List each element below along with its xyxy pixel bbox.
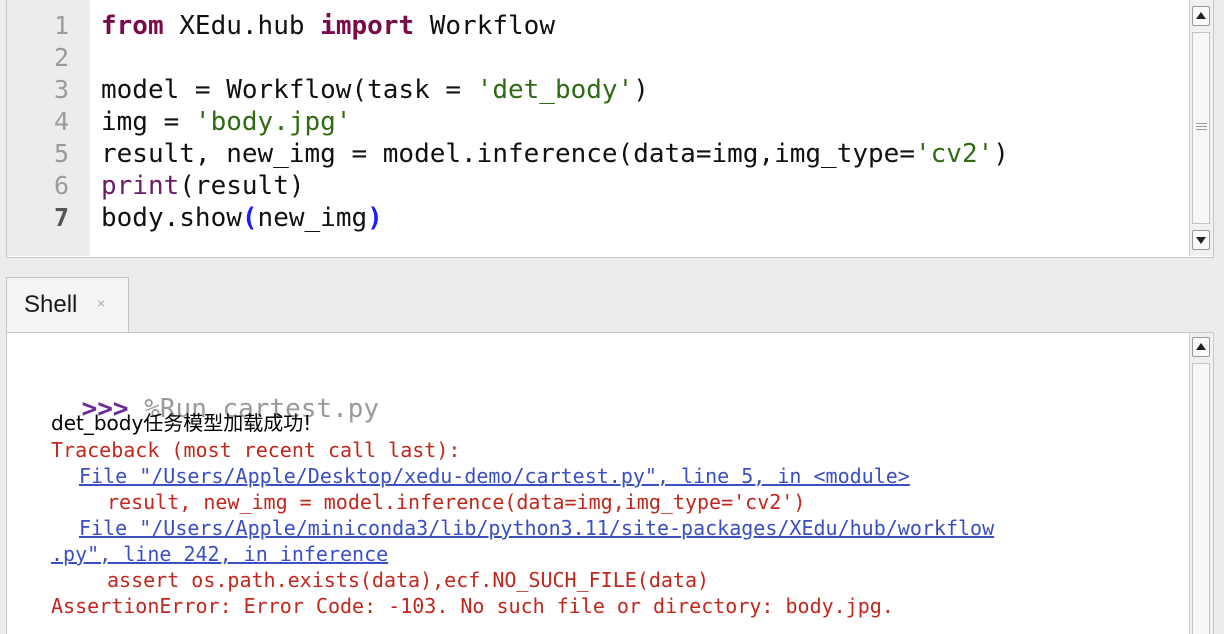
line-number: 3 xyxy=(53,75,69,104)
tab-shell-label: Shell xyxy=(24,291,78,318)
code-line[interactable]: img = 'body.jpg' xyxy=(101,106,351,138)
traceback-header: Traceback (most recent call last): xyxy=(51,438,461,462)
line-number: 2 xyxy=(53,43,69,72)
line-number-current: 7 xyxy=(53,203,69,232)
scrollbar-thumb[interactable] xyxy=(1192,32,1210,224)
line-number: 5 xyxy=(53,139,69,168)
code-line[interactable]: result, new_img = model.inference(data=i… xyxy=(101,138,1009,170)
shell-tab-bar: Shell × xyxy=(0,262,1224,332)
shell-console[interactable]: >>> %Run cartest.py det_body任务模型加载成功! Tr… xyxy=(6,332,1214,634)
scroll-up-arrow-icon[interactable] xyxy=(1192,337,1210,357)
scroll-up-arrow-icon[interactable] xyxy=(1192,6,1210,26)
code-token: XEdu.hub xyxy=(163,11,321,41)
tab-shell[interactable]: Shell × xyxy=(6,277,129,332)
scrollbar-thumb[interactable] xyxy=(1192,363,1210,634)
editor-scrollbar[interactable] xyxy=(1189,0,1213,256)
line-number: 4 xyxy=(53,107,69,136)
code-line[interactable]: from XEdu.hub import Workflow xyxy=(101,10,555,42)
code-token: from xyxy=(101,11,164,41)
code-token: img = xyxy=(101,107,195,137)
code-token: ) xyxy=(993,139,1009,169)
line-number-gutter: 1 2 3 4 5 6 7 xyxy=(7,0,90,256)
code-token: model = Workflow(task = xyxy=(101,75,477,105)
code-line[interactable]: body.show(new_img) xyxy=(101,202,383,234)
code-token: new_img xyxy=(257,203,368,233)
assertion-error-message: AssertionError: Error Code: -103. No suc… xyxy=(51,594,894,618)
code-token: Workflow xyxy=(414,11,555,41)
line-number: 1 xyxy=(53,11,69,40)
code-token: 'body.jpg' xyxy=(194,107,352,137)
code-token: body.show xyxy=(101,203,242,233)
code-editor[interactable]: 1 2 3 4 5 6 7 from XEdu.hub import Workf… xyxy=(6,0,1214,258)
traceback-file-link[interactable]: File "/Users/Apple/Desktop/xedu-demo/car… xyxy=(79,463,910,489)
line-number: 6 xyxy=(53,171,69,200)
close-icon[interactable]: × xyxy=(97,295,105,311)
code-line[interactable]: print(result) xyxy=(101,170,305,202)
traceback-file-link-continued[interactable]: .py", line 242, in inference xyxy=(51,541,388,567)
scroll-down-arrow-icon[interactable] xyxy=(1192,230,1210,250)
code-token: print xyxy=(101,171,180,201)
traceback-file-link[interactable]: File "/Users/Apple/miniconda3/lib/python… xyxy=(79,515,994,541)
code-line[interactable]: model = Workflow(task = 'det_body') xyxy=(101,74,649,106)
code-token: 'det_body' xyxy=(476,75,634,105)
code-token: ) xyxy=(633,75,649,105)
code-token: ( xyxy=(241,203,258,233)
code-token: 'cv2' xyxy=(914,139,994,169)
code-token: ) xyxy=(367,203,383,233)
code-token: (result) xyxy=(179,171,305,201)
code-token: result, new_img = model.inference(data=i… xyxy=(101,139,915,169)
output-message: det_body任务模型加载成功! xyxy=(51,411,312,435)
shell-scrollbar[interactable] xyxy=(1189,333,1213,634)
traceback-code-line: result, new_img = model.inference(data=i… xyxy=(107,490,806,514)
traceback-code-line: assert os.path.exists(data),ecf.NO_SUCH_… xyxy=(107,568,710,592)
code-token: import xyxy=(320,11,415,41)
